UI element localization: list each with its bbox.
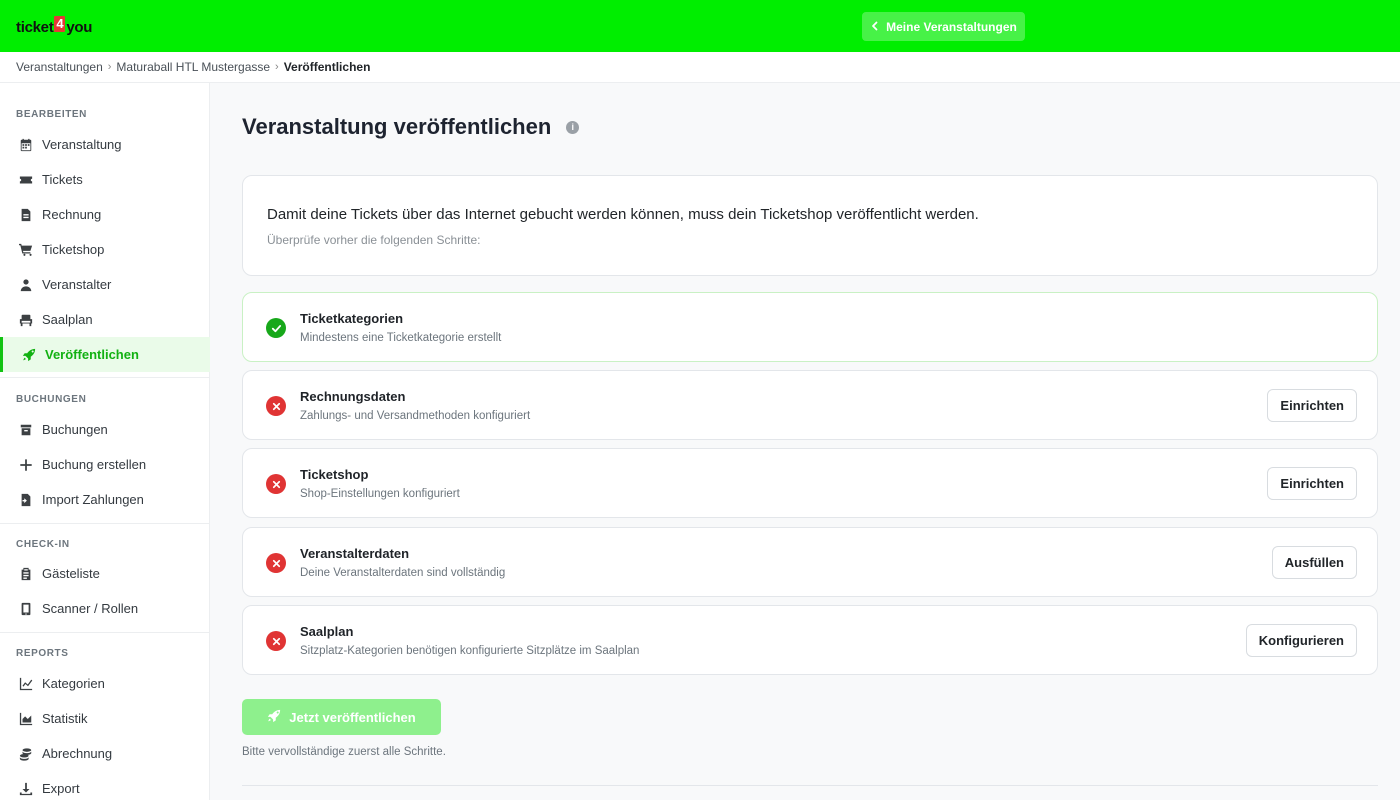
step-ticketkategorien: Ticketkategorien Mindestens eine Ticketk…: [242, 292, 1378, 362]
invoice-icon: [18, 207, 33, 222]
publish-button-label: Jetzt veröffentlichen: [289, 709, 416, 725]
top-bar: ticket 4 you Meine Veranstaltungen: [0, 0, 1400, 52]
rocket-icon: [267, 709, 281, 726]
einrichten-button[interactable]: Einrichten: [1267, 389, 1357, 422]
calendar-icon: [18, 137, 33, 152]
cart-icon: [18, 242, 33, 257]
step-description: Shop-Einstellungen konfiguriert: [300, 488, 460, 500]
konfigurieren-button[interactable]: Konfigurieren: [1245, 624, 1357, 657]
sidebar-item-veranstalter[interactable]: Veranstalter: [0, 267, 210, 302]
sidebar-divider: [0, 377, 210, 378]
divider: [242, 785, 1378, 786]
step-saalplan: Saalplan Sitzplatz-Kategorien benötigen …: [242, 605, 1378, 675]
section-title-reports: REPORTS: [16, 648, 69, 659]
rocket-icon: [21, 347, 36, 362]
sidebar-item-gaesteliste[interactable]: Gästeliste: [0, 556, 210, 591]
intro-subtext: Überprüfe vorher die folgenden Schritte:: [267, 233, 481, 247]
section-title-edit: BEARBEITEN: [16, 109, 88, 120]
sidebar-item-kategorien[interactable]: Kategorien: [0, 666, 210, 701]
intro-text: Damit deine Tickets über das Internet ge…: [267, 206, 979, 223]
breadcrumb-separator: ›: [275, 61, 279, 73]
breadcrumb-item-event[interactable]: Maturaball HTL Mustergasse: [116, 60, 270, 74]
breadcrumb-item-events[interactable]: Veranstaltungen: [16, 60, 103, 74]
ausfuellen-button[interactable]: Ausfüllen: [1271, 546, 1357, 579]
import-icon: [18, 492, 33, 507]
user-icon: [18, 277, 33, 292]
download-icon: [18, 781, 33, 796]
step-description: Deine Veranstalterdaten sind vollständig: [300, 567, 506, 579]
sidebar: BEARBEITEN Veranstaltung Tickets Rechnun…: [0, 83, 210, 800]
publish-hint: Bitte vervollständige zuerst alle Schrit…: [242, 746, 446, 758]
step-title: Ticketkategorien: [300, 311, 404, 326]
error-x-icon: [266, 396, 286, 416]
plus-icon: [18, 457, 33, 472]
sidebar-item-ticketshop[interactable]: Ticketshop: [0, 232, 210, 267]
sidebar-item-saalplan[interactable]: Saalplan: [0, 302, 210, 337]
my-events-label: Meine Veranstaltungen: [886, 19, 1017, 34]
chevron-left-icon: [870, 20, 880, 34]
check-icon: [266, 318, 286, 338]
sidebar-divider: [0, 523, 210, 524]
section-title-checkin: CHECK-IN: [16, 539, 70, 550]
page-title: Veranstaltung veröffentlichen i: [242, 114, 580, 140]
error-x-icon: [266, 553, 286, 573]
step-ticketshop: Ticketshop Shop-Einstellungen konfigurie…: [242, 448, 1378, 518]
sidebar-item-veroeffentlichen[interactable]: Veröffentlichen: [0, 337, 210, 372]
intro-card: Damit deine Tickets über das Internet ge…: [242, 175, 1378, 276]
section-title-bookings: BUCHUNGEN: [16, 394, 87, 405]
coins-icon: [18, 746, 33, 761]
sidebar-item-scanner-rollen[interactable]: Scanner / Rollen: [0, 591, 210, 626]
error-x-icon: [266, 631, 286, 651]
sidebar-item-buchungen[interactable]: Buchungen: [0, 412, 210, 447]
line-chart-icon: [18, 676, 33, 691]
breadcrumb-separator: ›: [107, 61, 112, 73]
sidebar-item-import-zahlungen[interactable]: Import Zahlungen: [0, 482, 210, 517]
sidebar-divider: [0, 632, 210, 633]
info-icon[interactable]: i: [566, 120, 580, 134]
step-rechnungsdaten: Rechnungsdaten Zahlungs- und Versandmeth…: [242, 370, 1378, 440]
publish-button[interactable]: Jetzt veröffentlichen: [242, 699, 441, 735]
clipboard-icon: [18, 566, 33, 581]
sidebar-item-abrechnung[interactable]: Abrechnung: [0, 736, 210, 771]
error-x-icon: [266, 474, 286, 494]
step-veranstalterdaten: Veranstalterdaten Deine Veranstalterdate…: [242, 527, 1378, 597]
step-description: Zahlungs- und Versandmethoden konfigurie…: [300, 410, 531, 422]
breadcrumb-item-current: Veröffentlichen: [283, 60, 371, 74]
box-icon: [18, 422, 33, 437]
sidebar-item-export[interactable]: Export: [0, 771, 210, 800]
my-events-button[interactable]: Meine Veranstaltungen: [862, 12, 1025, 41]
seat-icon: [18, 312, 33, 327]
breadcrumb: Veranstaltungen › Maturaball HTL Musterg…: [0, 52, 1400, 83]
area-chart-icon: [18, 711, 33, 726]
sidebar-item-buchung-erstellen[interactable]: Buchung erstellen: [0, 447, 210, 482]
sidebar-item-statistik[interactable]: Statistik: [0, 701, 210, 736]
phone-icon: [18, 601, 33, 616]
sidebar-item-tickets[interactable]: Tickets: [0, 162, 210, 197]
step-title: Veranstalterdaten: [300, 546, 410, 561]
step-description: Sitzplatz-Kategorien benötigen konfiguri…: [300, 645, 640, 657]
step-description: Mindestens eine Ticketkategorie erstellt: [300, 332, 502, 344]
sidebar-item-rechnung[interactable]: Rechnung: [0, 197, 210, 232]
ticket-icon: [18, 172, 33, 187]
step-title: Ticketshop: [300, 467, 369, 482]
sidebar-item-veranstaltung[interactable]: Veranstaltung: [0, 127, 210, 162]
step-title: Saalplan: [300, 624, 354, 639]
step-title: Rechnungsdaten: [300, 389, 406, 404]
logo[interactable]: ticket 4 you: [16, 16, 92, 38]
einrichten-button[interactable]: Einrichten: [1267, 467, 1357, 500]
